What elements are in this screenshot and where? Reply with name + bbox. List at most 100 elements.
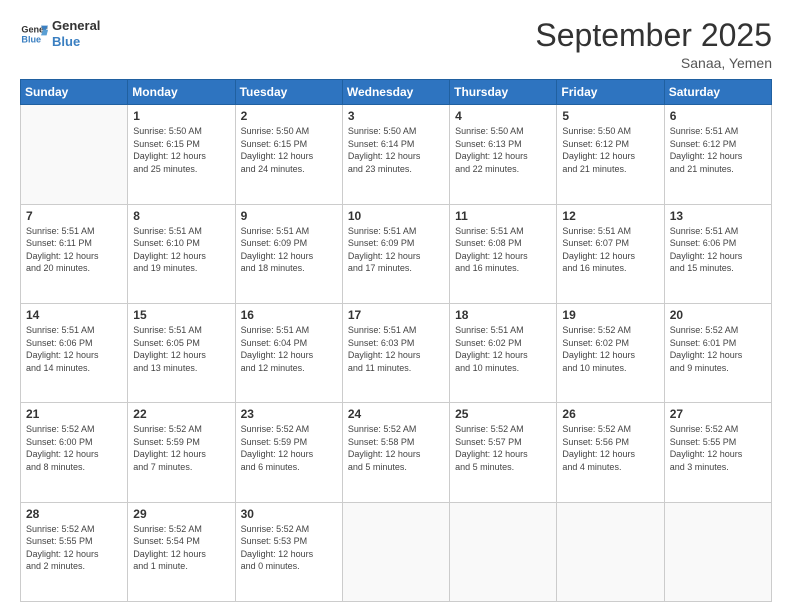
day-number: 24 xyxy=(348,407,444,421)
day-info: Sunrise: 5:51 AMSunset: 6:09 PMDaylight:… xyxy=(348,225,444,275)
table-row: 11 Sunrise: 5:51 AMSunset: 6:08 PMDayligh… xyxy=(450,204,557,303)
table-row: 26 Sunrise: 5:52 AMSunset: 5:56 PMDayligh… xyxy=(557,403,664,502)
day-number: 21 xyxy=(26,407,122,421)
table-row: 4 Sunrise: 5:50 AMSunset: 6:13 PMDaylight… xyxy=(450,105,557,204)
day-info: Sunrise: 5:52 AMSunset: 5:58 PMDaylight:… xyxy=(348,423,444,473)
day-number: 7 xyxy=(26,209,122,223)
table-row: 25 Sunrise: 5:52 AMSunset: 5:57 PMDayligh… xyxy=(450,403,557,502)
logo-icon: General Blue xyxy=(20,20,48,48)
day-number: 12 xyxy=(562,209,658,223)
day-number: 9 xyxy=(241,209,337,223)
table-row xyxy=(21,105,128,204)
col-thursday: Thursday xyxy=(450,80,557,105)
table-row: 27 Sunrise: 5:52 AMSunset: 5:55 PMDayligh… xyxy=(664,403,771,502)
table-row: 30Sunrise: 5:52 AMSunset: 5:53 PMDayligh… xyxy=(235,502,342,601)
day-info: Sunrise: 5:51 AMSunset: 6:12 PMDaylight:… xyxy=(670,125,766,175)
day-info: Sunrise: 5:51 AMSunset: 6:02 PMDaylight:… xyxy=(455,324,551,374)
title-block: September 2025 Sanaa, Yemen xyxy=(535,18,772,71)
day-number: 16 xyxy=(241,308,337,322)
day-number: 23 xyxy=(241,407,337,421)
table-row: 17 Sunrise: 5:51 AMSunset: 6:03 PMDayligh… xyxy=(342,303,449,402)
table-row: 6Sunrise: 5:51 AMSunset: 6:12 PMDaylight… xyxy=(664,105,771,204)
col-wednesday: Wednesday xyxy=(342,80,449,105)
table-row xyxy=(557,502,664,601)
day-info: Sunrise: 5:52 AMSunset: 6:02 PMDaylight:… xyxy=(562,324,658,374)
table-row: 15 Sunrise: 5:51 AMSunset: 6:05 PMDayligh… xyxy=(128,303,235,402)
day-info: Sunrise: 5:51 AMSunset: 6:06 PMDaylight:… xyxy=(26,324,122,374)
week-row-0: 1Sunrise: 5:50 AMSunset: 6:15 PMDaylight… xyxy=(21,105,772,204)
calendar-subtitle: Sanaa, Yemen xyxy=(535,55,772,71)
header-row: Sunday Monday Tuesday Wednesday Thursday… xyxy=(21,80,772,105)
table-row: 18 Sunrise: 5:51 AMSunset: 6:02 PMDayligh… xyxy=(450,303,557,402)
col-sunday: Sunday xyxy=(21,80,128,105)
header: General Blue General Blue September 2025… xyxy=(20,18,772,71)
day-info: Sunrise: 5:51 AMSunset: 6:10 PMDaylight:… xyxy=(133,225,229,275)
day-info: Sunrise: 5:52 AMSunset: 5:59 PMDaylight:… xyxy=(133,423,229,473)
day-number: 20 xyxy=(670,308,766,322)
day-info: Sunrise: 5:50 AMSunset: 6:14 PMDaylight:… xyxy=(348,125,444,175)
table-row: 21Sunrise: 5:52 AMSunset: 6:00 PMDayligh… xyxy=(21,403,128,502)
day-info: Sunrise: 5:51 AMSunset: 6:04 PMDaylight:… xyxy=(241,324,337,374)
day-info: Sunrise: 5:51 AMSunset: 6:08 PMDaylight:… xyxy=(455,225,551,275)
page: General Blue General Blue September 2025… xyxy=(0,0,792,612)
table-row: 16 Sunrise: 5:51 AMSunset: 6:04 PMDayligh… xyxy=(235,303,342,402)
week-row-2: 14 Sunrise: 5:51 AMSunset: 6:06 PMDayligh… xyxy=(21,303,772,402)
table-row: 23 Sunrise: 5:52 AMSunset: 5:59 PMDayligh… xyxy=(235,403,342,502)
day-info: Sunrise: 5:51 AMSunset: 6:09 PMDaylight:… xyxy=(241,225,337,275)
week-row-4: 28 Sunrise: 5:52 AMSunset: 5:55 PMDayligh… xyxy=(21,502,772,601)
day-number: 22 xyxy=(133,407,229,421)
table-row: 13Sunrise: 5:51 AMSunset: 6:06 PMDayligh… xyxy=(664,204,771,303)
day-info: Sunrise: 5:50 AMSunset: 6:15 PMDaylight:… xyxy=(133,125,229,175)
week-row-3: 21Sunrise: 5:52 AMSunset: 6:00 PMDayligh… xyxy=(21,403,772,502)
day-info: Sunrise: 5:52 AMSunset: 6:01 PMDaylight:… xyxy=(670,324,766,374)
table-row: 12 Sunrise: 5:51 AMSunset: 6:07 PMDayligh… xyxy=(557,204,664,303)
day-info: Sunrise: 5:52 AMSunset: 5:56 PMDaylight:… xyxy=(562,423,658,473)
day-number: 25 xyxy=(455,407,551,421)
day-number: 27 xyxy=(670,407,766,421)
day-info: Sunrise: 5:50 AMSunset: 6:13 PMDaylight:… xyxy=(455,125,551,175)
table-row: 19 Sunrise: 5:52 AMSunset: 6:02 PMDayligh… xyxy=(557,303,664,402)
table-row: 5Sunrise: 5:50 AMSunset: 6:12 PMDaylight… xyxy=(557,105,664,204)
logo: General Blue General Blue xyxy=(20,18,100,49)
day-number: 26 xyxy=(562,407,658,421)
table-row: 22 Sunrise: 5:52 AMSunset: 5:59 PMDayligh… xyxy=(128,403,235,502)
table-row xyxy=(450,502,557,601)
col-tuesday: Tuesday xyxy=(235,80,342,105)
day-number: 4 xyxy=(455,109,551,123)
table-row: 10Sunrise: 5:51 AMSunset: 6:09 PMDayligh… xyxy=(342,204,449,303)
day-number: 30 xyxy=(241,507,337,521)
day-number: 17 xyxy=(348,308,444,322)
day-number: 29 xyxy=(133,507,229,521)
day-info: Sunrise: 5:51 AMSunset: 6:07 PMDaylight:… xyxy=(562,225,658,275)
calendar-body: 1Sunrise: 5:50 AMSunset: 6:15 PMDaylight… xyxy=(21,105,772,602)
day-number: 11 xyxy=(455,209,551,223)
table-row: 9 Sunrise: 5:51 AMSunset: 6:09 PMDaylight… xyxy=(235,204,342,303)
day-info: Sunrise: 5:52 AMSunset: 5:57 PMDaylight:… xyxy=(455,423,551,473)
col-saturday: Saturday xyxy=(664,80,771,105)
day-number: 15 xyxy=(133,308,229,322)
table-row: 2 Sunrise: 5:50 AMSunset: 6:15 PMDaylight… xyxy=(235,105,342,204)
table-row: 28 Sunrise: 5:52 AMSunset: 5:55 PMDayligh… xyxy=(21,502,128,601)
day-number: 18 xyxy=(455,308,551,322)
col-friday: Friday xyxy=(557,80,664,105)
day-number: 19 xyxy=(562,308,658,322)
table-row: 8Sunrise: 5:51 AMSunset: 6:10 PMDaylight… xyxy=(128,204,235,303)
day-number: 28 xyxy=(26,507,122,521)
table-row: 1Sunrise: 5:50 AMSunset: 6:15 PMDaylight… xyxy=(128,105,235,204)
table-row: 14 Sunrise: 5:51 AMSunset: 6:06 PMDayligh… xyxy=(21,303,128,402)
day-info: Sunrise: 5:52 AMSunset: 5:55 PMDaylight:… xyxy=(26,523,122,573)
day-number: 2 xyxy=(241,109,337,123)
calendar-title: September 2025 xyxy=(535,18,772,53)
day-info: Sunrise: 5:52 AMSunset: 5:54 PMDaylight:… xyxy=(133,523,229,573)
day-info: Sunrise: 5:52 AMSunset: 5:55 PMDaylight:… xyxy=(670,423,766,473)
day-info: Sunrise: 5:51 AMSunset: 6:03 PMDaylight:… xyxy=(348,324,444,374)
day-info: Sunrise: 5:50 AMSunset: 6:15 PMDaylight:… xyxy=(241,125,337,175)
day-number: 13 xyxy=(670,209,766,223)
day-info: Sunrise: 5:51 AMSunset: 6:05 PMDaylight:… xyxy=(133,324,229,374)
day-info: Sunrise: 5:50 AMSunset: 6:12 PMDaylight:… xyxy=(562,125,658,175)
table-row: 3Sunrise: 5:50 AMSunset: 6:14 PMDaylight… xyxy=(342,105,449,204)
day-number: 14 xyxy=(26,308,122,322)
table-row xyxy=(342,502,449,601)
day-info: Sunrise: 5:52 AMSunset: 5:59 PMDaylight:… xyxy=(241,423,337,473)
calendar-table: Sunday Monday Tuesday Wednesday Thursday… xyxy=(20,79,772,602)
